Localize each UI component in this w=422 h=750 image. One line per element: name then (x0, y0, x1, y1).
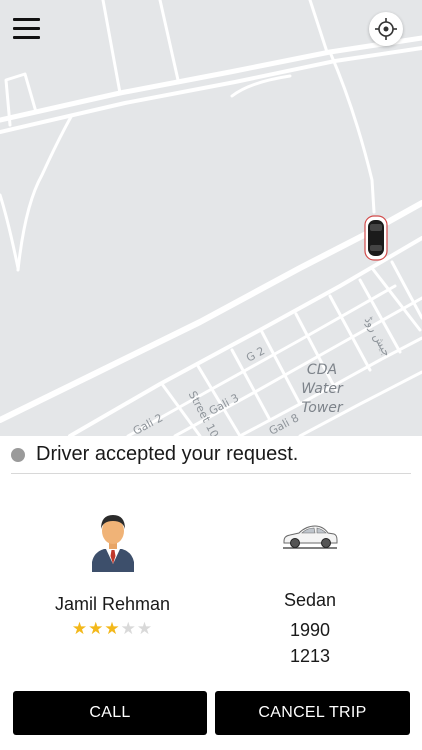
status-indicator-dot (11, 448, 25, 462)
map-view[interactable]: G 2 Gali 2 Gali 3 Gali 8 Street 10 جیش ر… (0, 0, 422, 436)
driver-rating-stars: ★★★★★ (35, 619, 190, 639)
locate-me-button[interactable] (369, 12, 403, 46)
star-filled-icon: ★ (88, 619, 105, 638)
star-empty-icon: ★ (120, 619, 137, 638)
cancel-trip-button[interactable]: CANCEL TRIP (215, 691, 410, 735)
map-poi-label: CDA Water Tower (301, 362, 343, 416)
map-roads (0, 0, 422, 436)
call-button[interactable]: CALL (13, 691, 207, 735)
vehicle-plate-number: 1213 (289, 646, 331, 666)
car-marker-icon (364, 215, 388, 261)
crosshair-location-icon (375, 18, 397, 40)
vehicle-year: 1990 (289, 620, 331, 640)
menu-button[interactable] (10, 12, 44, 46)
trip-status-text: Driver accepted your request. (36, 443, 299, 465)
hamburger-menu-icon (13, 18, 40, 21)
hamburger-menu-icon-bar (13, 27, 40, 30)
driver-info: Jamil Rehman ★★★★★ (35, 510, 190, 639)
star-filled-icon: ★ (104, 619, 121, 638)
sedan-car-icon (283, 525, 338, 549)
vehicle-info: Sedan 1990 1213 (235, 520, 385, 667)
star-filled-icon: ★ (71, 619, 89, 638)
driver-avatar-icon (91, 515, 134, 572)
vehicle-type: Sedan (283, 590, 337, 610)
hamburger-menu-icon-bar (13, 36, 40, 39)
trip-status-row: Driver accepted your request. (11, 440, 411, 474)
star-empty-icon: ★ (136, 619, 154, 638)
driver-name: Jamil Rehman (54, 594, 171, 614)
